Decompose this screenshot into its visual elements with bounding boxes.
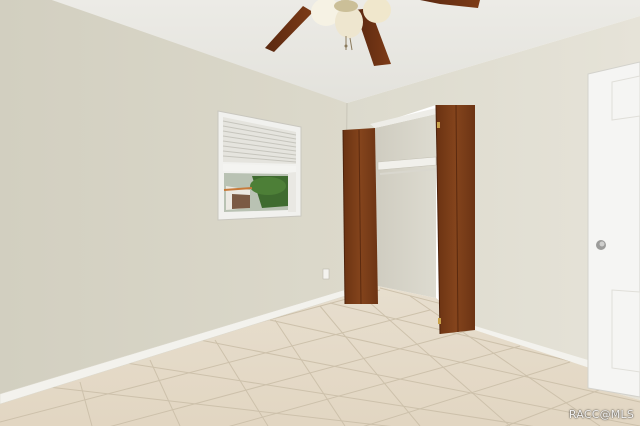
door-knob-icon[interactable] xyxy=(596,240,606,250)
closet-interior xyxy=(375,114,436,298)
entry-door[interactable] xyxy=(587,61,640,398)
empty-bedroom-photo: RACC@MLS xyxy=(0,0,640,426)
wall-outlet xyxy=(322,268,330,280)
window xyxy=(217,110,302,221)
mls-watermark: RACC@MLS xyxy=(568,408,634,421)
closet-door-right[interactable] xyxy=(435,104,475,335)
closet-door-left[interactable] xyxy=(342,128,378,305)
room-illustration xyxy=(0,0,640,426)
